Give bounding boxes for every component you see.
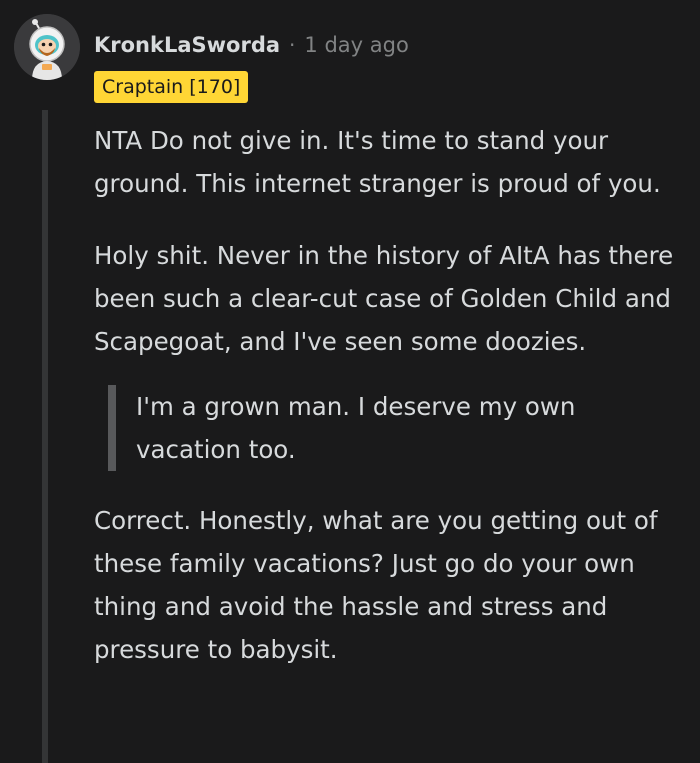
block-quote: I'm a grown man. I deserve my own vacati… [108, 385, 680, 471]
user-avatar[interactable] [14, 14, 80, 80]
comment-timestamp[interactable]: 1 day ago [304, 33, 408, 57]
astronaut-snoo-icon [14, 14, 80, 80]
comment: KronkLaSworda · 1 day ago Craptain [170]… [0, 0, 700, 763]
comment-paragraph: Holy shit. Never in the history of AItA … [94, 241, 674, 356]
comment-header: KronkLaSworda · 1 day ago [94, 30, 409, 60]
comment-body: NTA Do not give in. It's time to stand y… [94, 119, 680, 671]
username-link[interactable]: KronkLaSworda [94, 33, 280, 57]
meta-separator: · [289, 33, 296, 57]
thread-collapse-line[interactable] [42, 110, 48, 763]
user-flair-badge: Craptain [170] [94, 71, 249, 103]
comment-paragraph: NTA Do not give in. It's time to stand y… [94, 126, 661, 198]
comment-paragraph: Correct. Honestly, what are you getting … [94, 506, 658, 664]
